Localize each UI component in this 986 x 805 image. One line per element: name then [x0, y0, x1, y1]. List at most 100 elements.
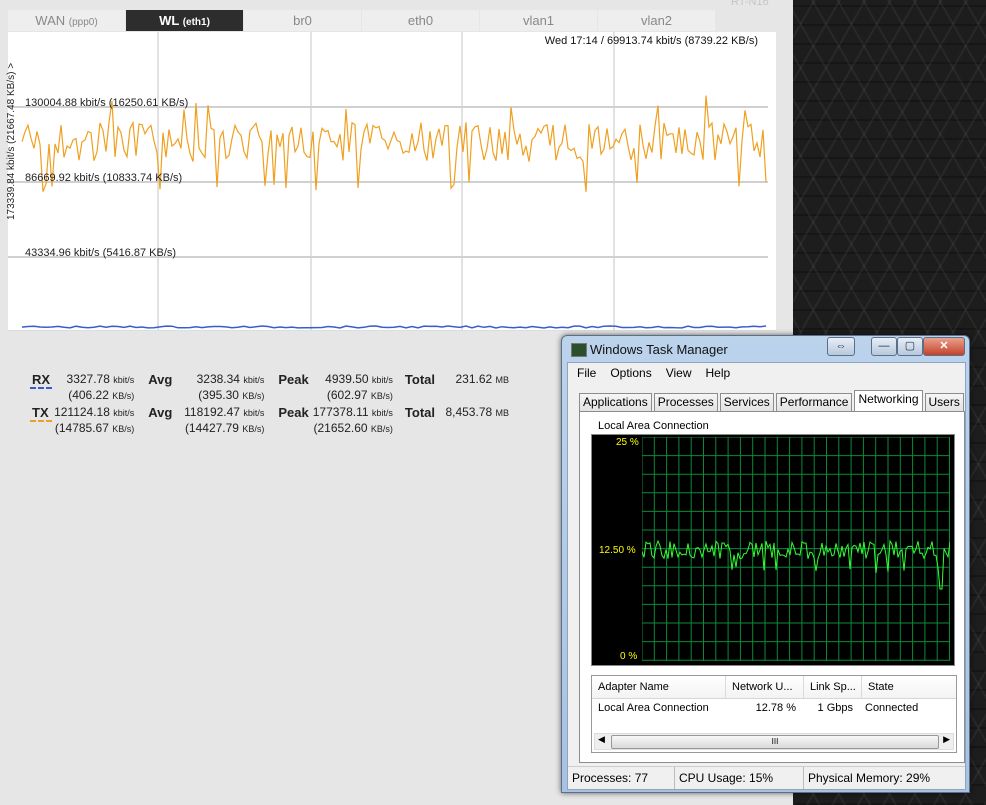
tab-users[interactable]: Users [924, 393, 964, 412]
task-manager-tabs: Applications Processes Services Performa… [579, 390, 966, 412]
menu-file[interactable]: File [570, 366, 603, 380]
status-processes: Processes: 77 [568, 767, 675, 789]
rx-series-line [21, 325, 767, 329]
status-memory: Physical Memory: 29% [808, 771, 931, 785]
col-adapter-name[interactable]: Adapter Name [592, 676, 726, 698]
maximize-button[interactable]: ▢ [897, 337, 923, 356]
tx-peak-kb-unit: KB/s) [370, 424, 393, 434]
rx-peak-kbit: 4939.50 [325, 372, 369, 386]
menu-options[interactable]: Options [603, 366, 658, 380]
tx-kb: (14785.67 [54, 421, 109, 435]
task-manager-body: File Options View Help Applications Proc… [567, 362, 966, 790]
cell-network-util: 12.78 % [755, 702, 796, 714]
network-gridlines [642, 437, 950, 661]
tab-br0-label: br0 [293, 13, 312, 28]
rx-peak-kb-unit: KB/s) [370, 391, 393, 401]
tab-wl[interactable]: WL (eth1) [126, 10, 243, 31]
window-controls: ⇔ — ▢ ✕ [827, 337, 965, 356]
graph-y-max-label: 173339.84 kbit/s (21667.48 KB/s) > [6, 62, 17, 220]
minimize-button[interactable]: — [871, 337, 897, 356]
router-label: RT-N16 [731, 0, 769, 8]
scroll-thumb[interactable]: III [611, 735, 939, 749]
gridline-label-1: 130004.88 kbit/s (16250.61 KB/s) [25, 97, 189, 109]
rx-avg-kbit: 3238.34 [196, 372, 240, 386]
tx-kbit-unit: kbit/s [113, 408, 135, 418]
network-utilization-graph: 25 % 12.50 % 0 % [591, 434, 955, 666]
tx-total: 8,453.78 [445, 405, 493, 419]
rx-kbit: 3327.78 [66, 372, 110, 386]
task-manager-window: Windows Task Manager ⇔ — ▢ ✕ File Option… [561, 335, 970, 793]
rx-peak-unit: kbit/s [371, 375, 393, 385]
tab-applications[interactable]: Applications [579, 393, 652, 412]
col-state[interactable]: State [862, 676, 944, 698]
close-button[interactable]: ✕ [923, 337, 965, 356]
tab-networking[interactable]: Networking [854, 390, 923, 412]
tab-wan[interactable]: WAN (ppp0) [8, 10, 125, 31]
rx-kbit-unit: kbit/s [113, 375, 135, 385]
tx-kbit: 121124.18 [54, 405, 110, 419]
scroll-left-icon[interactable]: ◀ [598, 734, 605, 745]
scroll-thumb-grip: III [771, 737, 779, 746]
y-label-max: 25 % [616, 437, 639, 448]
tx-total-label: Total [404, 405, 436, 420]
cell-link-speed: 1 Gbps [817, 702, 853, 714]
y-label-mid: 12.50 % [599, 545, 636, 556]
gridline-label-2: 86669.92 kbit/s (10833.74 KB/s) [25, 172, 183, 184]
rx-row-kb: (406.22 KB/s) (395.30 KB/s) (602.97 KB/s… [30, 388, 511, 405]
tab-wan-sub: (ppp0) [68, 17, 98, 28]
tab-wan-label: WAN [35, 13, 66, 28]
tx-row-kb: (14785.67 KB/s) (14427.79 KB/s) (21652.6… [30, 421, 511, 438]
rx-avg-label: Avg [148, 372, 173, 387]
cell-adapter-name: Local Area Connection [598, 702, 709, 714]
menu-bar: File Options View Help [570, 366, 737, 380]
tx-label: TX [30, 405, 53, 422]
rx-label: RX [30, 372, 53, 389]
rx-avg-kb: (395.30 [198, 388, 239, 402]
network-graph-title: Local Area Connection [598, 420, 709, 432]
menu-view[interactable]: View [659, 366, 699, 380]
tab-eth0-label: eth0 [407, 13, 434, 28]
horizontal-scrollbar[interactable]: ◀ III ▶ [594, 733, 954, 750]
tab-services[interactable]: Services [719, 393, 774, 412]
tab-vlan2[interactable]: vlan2 [598, 10, 715, 31]
window-title: Windows Task Manager [590, 342, 728, 357]
tx-peak-kbit: 177378.11 [312, 405, 369, 419]
tab-vlan1[interactable]: vlan1 [480, 10, 597, 31]
tx-kb-unit: KB/s) [112, 424, 135, 434]
menu-help[interactable]: Help [699, 366, 738, 380]
tab-wl-label: WL [159, 13, 180, 28]
scroll-right-icon[interactable]: ▶ [943, 734, 950, 745]
y-label-min: 0 % [620, 651, 638, 662]
tx-avg-kbit: 118192.47 [184, 405, 240, 419]
tx-peak-label: Peak [278, 405, 309, 420]
network-graph-svg [642, 437, 950, 661]
networking-pane: Local Area Connection 25 % 12.50 % 0 % A… [579, 411, 965, 763]
tx-peak-unit: kbit/s [371, 408, 393, 418]
tab-processes[interactable]: Processes [653, 393, 718, 412]
tab-eth0[interactable]: eth0 [362, 10, 479, 31]
graph-readout: Wed 17:14 / 69913.74 kbit/s (8739.22 KB/… [544, 35, 758, 47]
rx-peak-label: Peak [278, 372, 309, 387]
tx-avg-label: Avg [148, 405, 173, 420]
rx-total-label: Total [404, 372, 436, 387]
rx-avg-kb-unit: KB/s) [242, 391, 265, 401]
tab-br0[interactable]: br0 [244, 10, 361, 31]
interface-tabs: WAN (ppp0) WL (eth1) br0 eth0 vlan1 vlan… [8, 10, 716, 32]
table-row[interactable]: Local Area Connection 12.78 % 1 Gbps Con… [592, 699, 956, 717]
col-link-speed[interactable]: Link Sp... [804, 676, 862, 698]
rx-kb-unit: KB/s) [112, 391, 135, 401]
col-network-util[interactable]: Network U... [726, 676, 804, 698]
rx-row: RX 3327.78 kbit/s Avg 3238.34 kbit/s Pea… [30, 372, 511, 389]
gridline-label-3: 43334.96 kbit/s (5416.87 KB/s) [25, 247, 177, 259]
resize-icon[interactable]: ⇔ [827, 337, 855, 356]
tab-performance[interactable]: Performance [775, 393, 853, 412]
adapter-list-header: Adapter Name Network U... Link Sp... Sta… [592, 676, 956, 699]
bandwidth-graph: Wed 17:14 / 69913.74 kbit/s (8739.22 KB/… [6, 32, 776, 331]
tab-vlan2-label: vlan2 [640, 13, 673, 28]
cell-state: Connected [865, 702, 919, 714]
tx-avg-kb: (14427.79 [184, 421, 239, 435]
rx-peak-kb: (602.97 [326, 388, 368, 402]
tx-row: TX 121124.18 kbit/s Avg 118192.47 kbit/s… [30, 405, 511, 422]
traffic-stats: RX 3327.78 kbit/s Avg 3238.34 kbit/s Pea… [30, 372, 511, 438]
tx-avg-kb-unit: KB/s) [242, 424, 265, 434]
